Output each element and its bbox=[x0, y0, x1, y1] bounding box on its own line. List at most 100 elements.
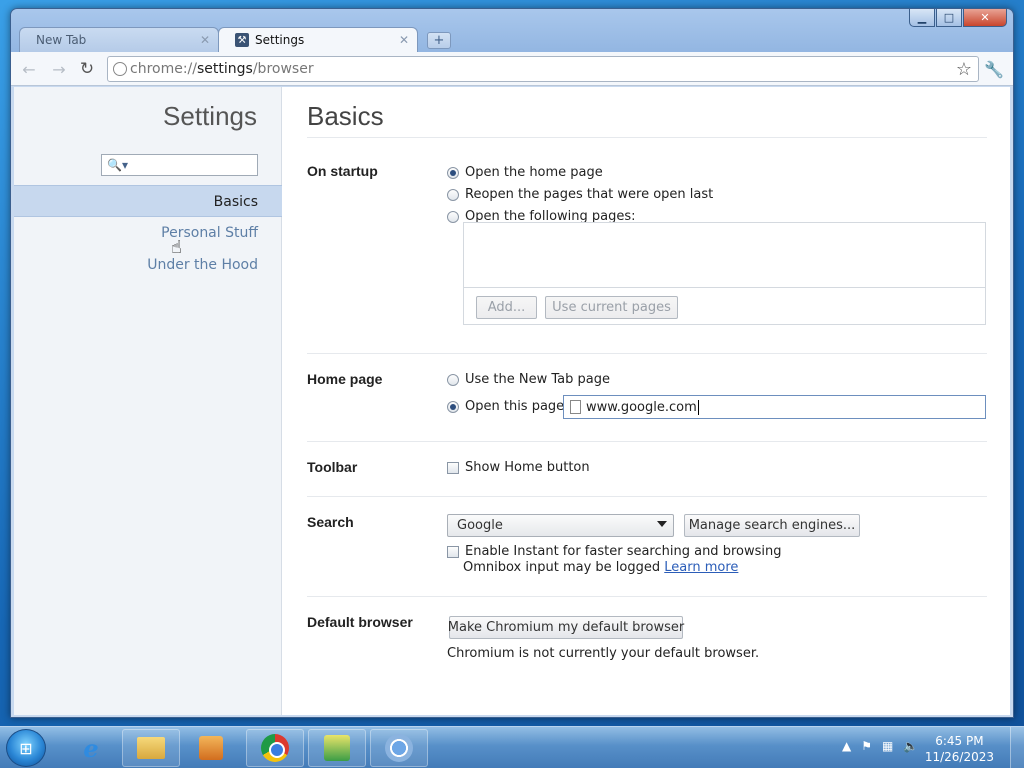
taskbar-app[interactable] bbox=[308, 729, 366, 767]
manage-search-engines-button[interactable]: Manage search engines... bbox=[684, 514, 860, 537]
tab-settings[interactable]: ⚒ Settings ✕ bbox=[218, 27, 418, 52]
radio-indicator bbox=[447, 166, 459, 179]
url-host: settings bbox=[197, 61, 253, 77]
startup-section-label: On startup bbox=[307, 163, 378, 179]
divider bbox=[307, 496, 987, 497]
learn-more-link[interactable]: Learn more bbox=[664, 560, 738, 575]
tab-label: Settings bbox=[255, 33, 305, 47]
wrench-menu-icon[interactable]: 🔧 bbox=[983, 58, 1005, 80]
checkbox-box bbox=[447, 461, 459, 474]
search-icon: 🔍▾ bbox=[107, 158, 128, 172]
internet-explorer-icon: e bbox=[83, 733, 99, 763]
browser-window: ▁ □ ✕ New Tab ✕ ⚒ Settings ✕ + ← → ↻ chr… bbox=[10, 8, 1014, 718]
radio-indicator bbox=[447, 188, 459, 201]
taskbar-chromium[interactable] bbox=[370, 729, 428, 767]
chevron-down-icon bbox=[657, 521, 667, 527]
divider bbox=[307, 137, 987, 138]
radio-indicator bbox=[447, 400, 459, 413]
settings-search-input[interactable]: 🔍▾ bbox=[101, 154, 258, 176]
taskbar-internet-explorer[interactable]: e bbox=[62, 729, 120, 767]
taskbar-chrome[interactable] bbox=[246, 729, 304, 767]
default-browser-section-label: Default browser bbox=[307, 614, 413, 630]
divider bbox=[307, 596, 987, 597]
divider bbox=[307, 353, 987, 354]
page-icon bbox=[570, 400, 581, 414]
sidebar-item-under-the-hood[interactable]: Under the Hood bbox=[14, 249, 282, 281]
bookmark-star-icon[interactable]: ☆ bbox=[956, 59, 972, 80]
tab-close-icon[interactable]: ✕ bbox=[399, 33, 409, 47]
taskbar-file-explorer[interactable] bbox=[122, 729, 180, 767]
clock-time: 6:45 PM bbox=[935, 734, 984, 748]
start-button[interactable]: ⊞ bbox=[6, 729, 46, 767]
startup-home-radio[interactable]: Open the home page bbox=[447, 165, 603, 180]
folder-icon bbox=[137, 737, 165, 759]
checkbox-label: Show Home button bbox=[465, 460, 590, 475]
divider bbox=[307, 441, 987, 442]
tab-label: New Tab bbox=[36, 33, 87, 47]
homepage-url-input[interactable]: www.google.com bbox=[563, 395, 986, 419]
settings-main: Basics On startup Open the home page Reo… bbox=[307, 87, 987, 715]
media-player-icon bbox=[199, 736, 223, 760]
sidebar-item-personal-stuff[interactable]: Personal Stuff bbox=[14, 217, 282, 249]
close-window-button[interactable]: ✕ bbox=[963, 9, 1007, 27]
maximize-button[interactable]: □ bbox=[936, 9, 962, 27]
new-tab-button[interactable]: + bbox=[427, 32, 451, 49]
make-default-browser-button[interactable]: Make Chromium my default browser bbox=[448, 616, 684, 639]
taskbar-media-player[interactable] bbox=[182, 729, 240, 767]
window-controls: ▁ □ ✕ bbox=[909, 9, 1007, 27]
radio-label: Reopen the pages that were open last bbox=[465, 187, 714, 202]
text-caret bbox=[697, 399, 699, 415]
chromium-icon bbox=[385, 734, 413, 762]
sidebar-item-basics[interactable]: Basics bbox=[14, 185, 282, 217]
radio-indicator bbox=[447, 210, 459, 223]
tab-close-icon[interactable]: ✕ bbox=[200, 33, 210, 47]
action-center-icon[interactable]: ⚑ bbox=[861, 739, 872, 753]
checkbox-label: Enable Instant for faster searching and … bbox=[465, 544, 782, 559]
app-icon bbox=[324, 735, 350, 761]
instant-checkbox[interactable]: Enable Instant for faster searching and … bbox=[447, 544, 781, 559]
tab-new-tab[interactable]: New Tab ✕ bbox=[19, 27, 219, 52]
back-icon[interactable]: ← bbox=[19, 59, 39, 79]
checkbox-box bbox=[447, 545, 459, 558]
hand-cursor-icon: ☝ bbox=[171, 237, 182, 258]
page-info-icon[interactable] bbox=[113, 62, 127, 76]
add-page-button[interactable]: Add... bbox=[476, 296, 537, 319]
homepage-section-label: Home page bbox=[307, 371, 383, 387]
startup-restore-radio[interactable]: Reopen the pages that were open last bbox=[447, 187, 713, 202]
use-current-pages-button[interactable]: Use current pages bbox=[545, 296, 678, 319]
forward-icon[interactable]: → bbox=[49, 59, 69, 79]
page-title: Basics bbox=[307, 101, 384, 131]
tab-strip: New Tab ✕ ⚒ Settings ✕ + bbox=[19, 27, 719, 52]
toolbar-section-label: Toolbar bbox=[307, 459, 358, 475]
wrench-icon: ⚒ bbox=[235, 33, 249, 47]
homepage-url-value: www.google.com bbox=[586, 399, 697, 415]
omnibox-log-note: Omnibox input may be logged Learn more bbox=[463, 560, 738, 575]
minimize-button[interactable]: ▁ bbox=[909, 9, 935, 27]
show-home-checkbox[interactable]: Show Home button bbox=[447, 460, 590, 475]
taskbar-clock[interactable]: 6:45 PM 11/26/2023 bbox=[925, 733, 994, 765]
system-tray: ▲ ⚑ ▦ 🔈 bbox=[842, 739, 918, 753]
volume-icon[interactable]: 🔈 bbox=[903, 739, 918, 753]
search-engine-select[interactable]: Google bbox=[447, 514, 674, 537]
url-path: /browser bbox=[252, 61, 314, 77]
taskbar: ⊞ e ▲ ⚑ ▦ 🔈 6:45 PM 11/26/2023 bbox=[0, 726, 1024, 768]
radio-indicator bbox=[447, 373, 459, 386]
select-value: Google bbox=[457, 518, 503, 533]
network-icon[interactable]: ▦ bbox=[882, 739, 893, 753]
tray-expand-icon[interactable]: ▲ bbox=[842, 739, 851, 753]
homepage-newtab-radio[interactable]: Use the New Tab page bbox=[447, 372, 610, 387]
homepage-open-radio[interactable]: Open this page: bbox=[447, 399, 569, 414]
startup-pages-list: Add... Use current pages bbox=[463, 222, 986, 325]
url-scheme: chrome:// bbox=[130, 61, 197, 77]
omnibox-note-text: Omnibox input may be logged bbox=[463, 560, 661, 575]
reload-icon[interactable]: ↻ bbox=[77, 59, 97, 79]
settings-page: Settings 🔍▾ Basics Personal Stuff Under … bbox=[14, 87, 1010, 715]
address-bar[interactable]: chrome://settings/browser ☆ bbox=[107, 56, 979, 82]
default-browser-status: Chromium is not currently your default b… bbox=[447, 646, 760, 661]
radio-label: Open the home page bbox=[465, 165, 603, 180]
browser-toolbar: ← → ↻ chrome://settings/browser ☆ 🔧 bbox=[11, 52, 1013, 86]
search-section-label: Search bbox=[307, 514, 354, 530]
radio-label: Open this page: bbox=[465, 399, 569, 414]
show-desktop-button[interactable] bbox=[1010, 727, 1024, 768]
settings-sidebar: Settings 🔍▾ Basics Personal Stuff Under … bbox=[14, 87, 282, 715]
